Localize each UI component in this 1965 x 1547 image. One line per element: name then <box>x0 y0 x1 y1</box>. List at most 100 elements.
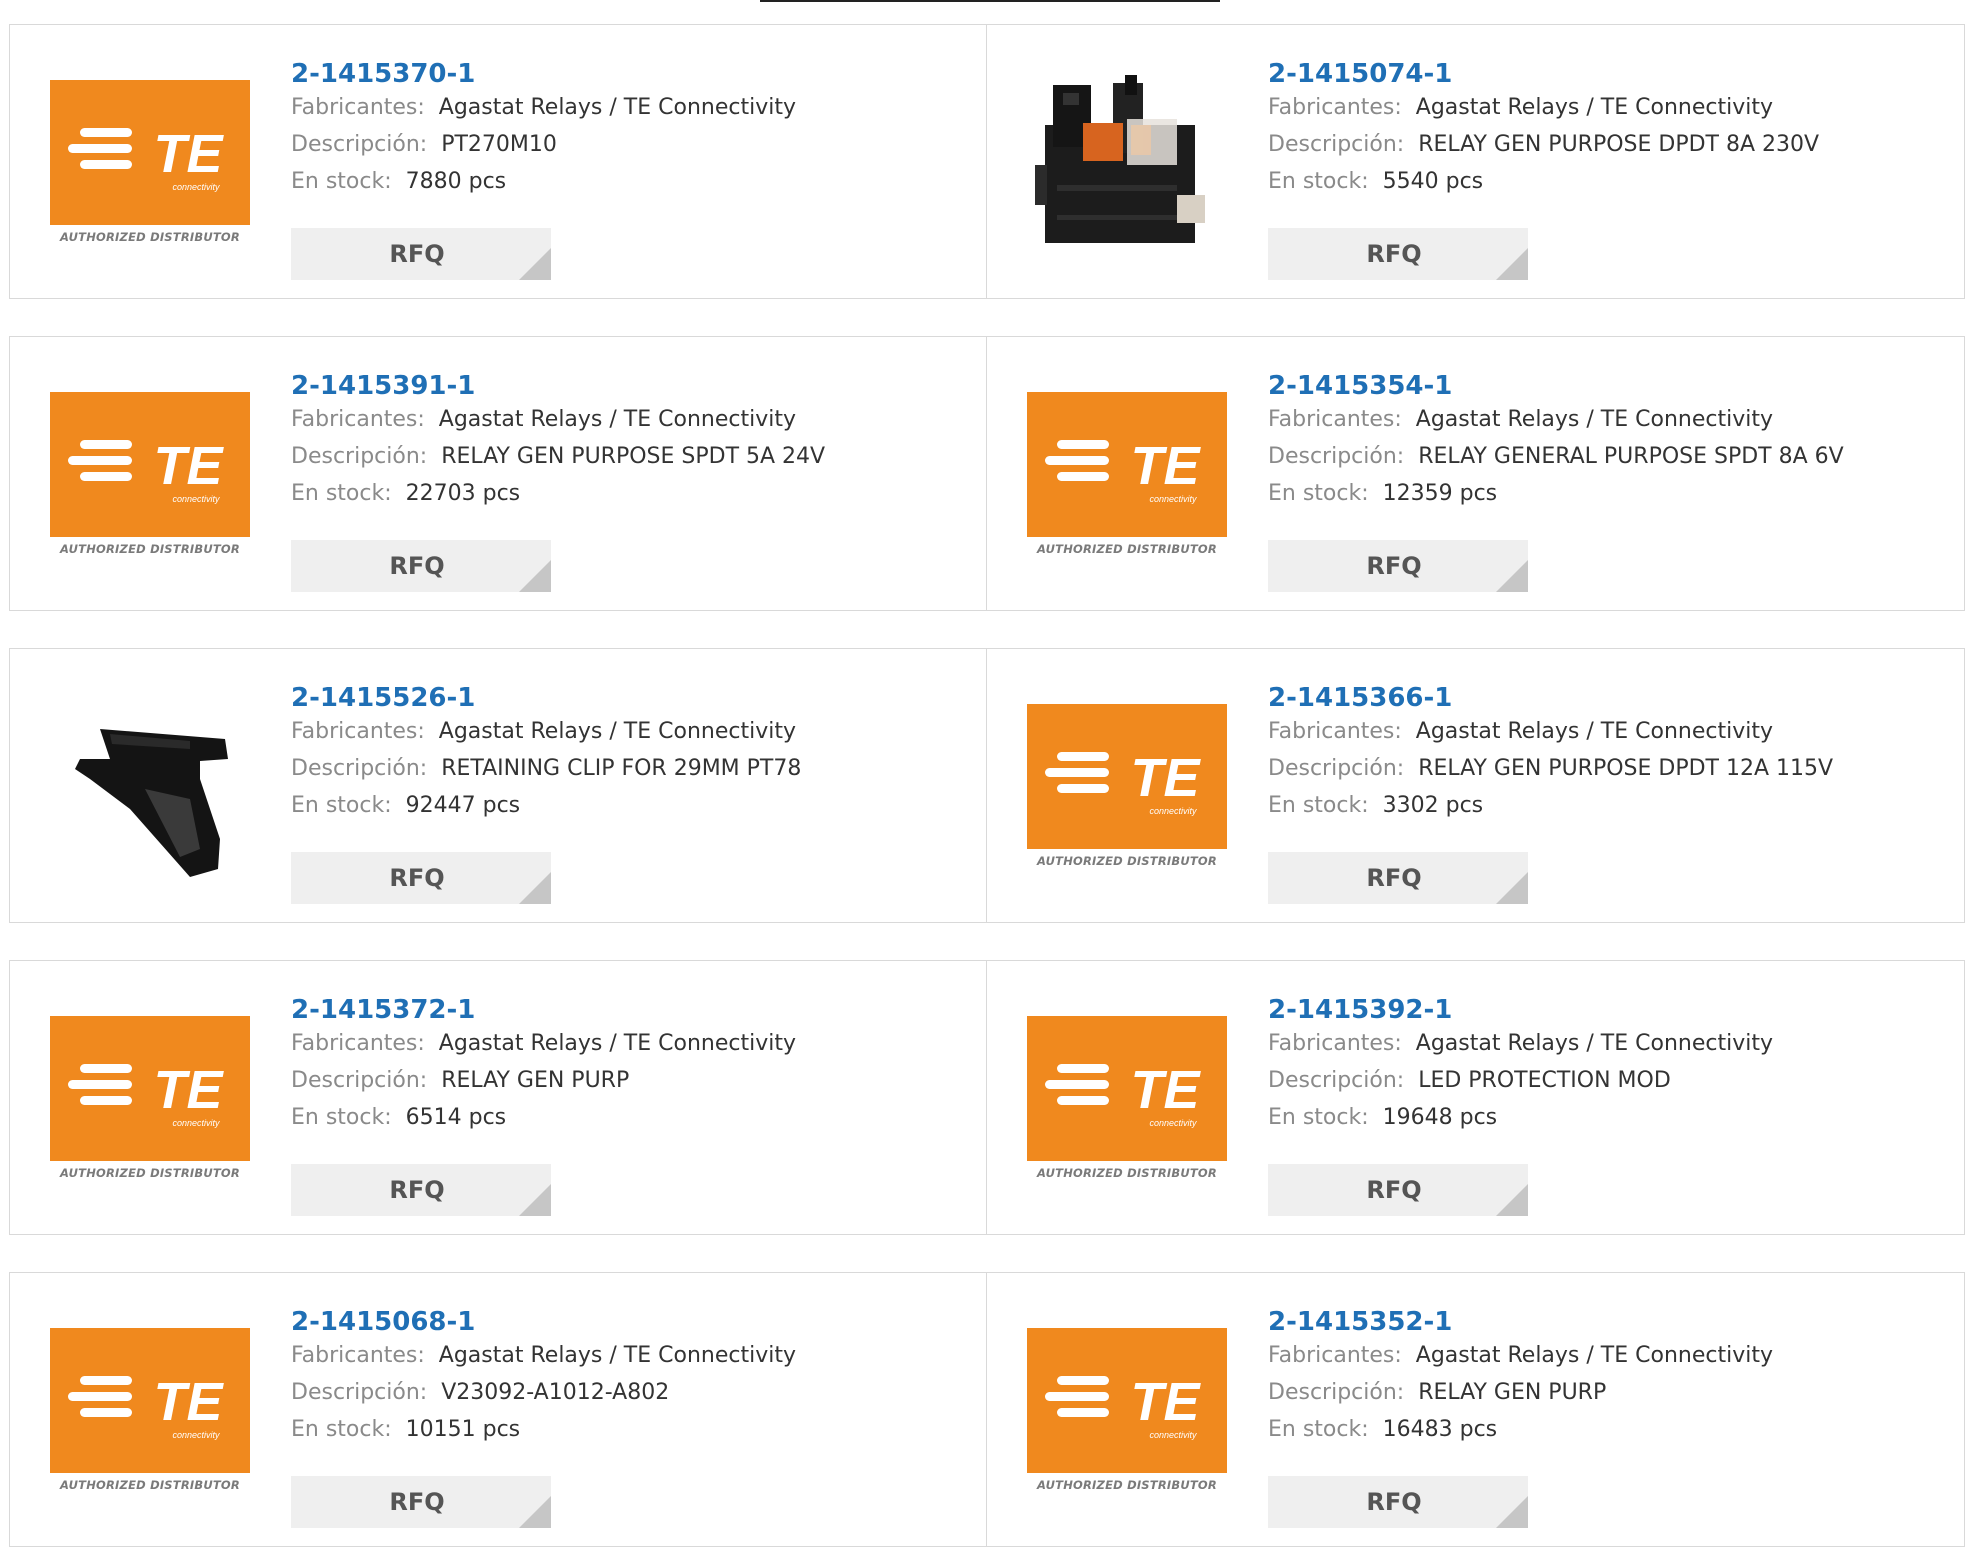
rfq-button[interactable]: RFQ <box>1268 228 1528 280</box>
part-number-link[interactable]: 2-1415526-1 <box>291 683 801 713</box>
manufacturer-row: Fabricantes: Agastat Relays / TE Connecti… <box>1268 1337 1773 1374</box>
product-image[interactable]: TE connectivity AUTHORIZED DISTRIBUTOR <box>50 65 250 265</box>
part-number-link[interactable]: 2-1415074-1 <box>1268 59 1819 89</box>
rfq-label: RFQ <box>389 552 445 580</box>
description-label: Descripción: <box>291 444 428 469</box>
description-value: LED PROTECTION MOD <box>1418 1068 1671 1093</box>
part-number-link[interactable]: 2-1415366-1 <box>1268 683 1833 713</box>
product-image[interactable]: TE connectivity AUTHORIZED DISTRIBUTOR <box>50 1001 250 1201</box>
corner-triangle-icon <box>519 560 551 592</box>
product-image[interactable]: TE connectivity AUTHORIZED DISTRIBUTOR <box>1027 1313 1227 1513</box>
product-card: TE connectivity AUTHORIZED DISTRIBUTOR 2… <box>987 1272 1965 1547</box>
svg-text:connectivity: connectivity <box>1149 1430 1197 1440</box>
manufacturer-label: Fabricantes: <box>291 1343 425 1368</box>
part-number-link[interactable]: 2-1415392-1 <box>1268 995 1773 1025</box>
part-number-link[interactable]: 2-1415372-1 <box>291 995 796 1025</box>
rfq-button[interactable]: RFQ <box>291 540 551 592</box>
stock-label: En stock: <box>291 1105 392 1130</box>
stock-row: En stock: 3302 pcs <box>1268 787 1833 824</box>
rfq-label: RFQ <box>389 240 445 268</box>
manufacturer-label: Fabricantes: <box>291 407 425 432</box>
logo-caption: AUTHORIZED DISTRIBUTOR <box>60 1166 240 1180</box>
rfq-button[interactable]: RFQ <box>1268 1164 1528 1216</box>
part-number-link[interactable]: 2-1415352-1 <box>1268 1307 1773 1337</box>
description-value: PT270M10 <box>441 132 557 157</box>
product-image[interactable] <box>50 689 250 889</box>
corner-triangle-icon <box>1496 1184 1528 1216</box>
manufacturer-row: Fabricantes: Agastat Relays / TE Connecti… <box>1268 1025 1773 1062</box>
manufacturer-row: Fabricantes: Agastat Relays / TE Connecti… <box>291 401 825 438</box>
stock-row: En stock: 7880 pcs <box>291 163 796 200</box>
description-label: Descripción: <box>1268 1380 1405 1405</box>
relay-socket-icon <box>1035 75 1205 243</box>
stock-value: 6514 pcs <box>405 1105 507 1130</box>
corner-triangle-icon <box>519 248 551 280</box>
svg-text:TE: TE <box>153 436 224 496</box>
stock-row: En stock: 19648 pcs <box>1268 1099 1773 1136</box>
svg-text:TE: TE <box>1130 748 1201 808</box>
logo-caption: AUTHORIZED DISTRIBUTOR <box>1037 1166 1217 1180</box>
manufacturer-value: Agastat Relays / TE Connectivity <box>438 1031 796 1056</box>
description-label: Descripción: <box>291 1380 428 1405</box>
rfq-button[interactable]: RFQ <box>291 1164 551 1216</box>
corner-triangle-icon <box>1496 1496 1528 1528</box>
manufacturer-value: Agastat Relays / TE Connectivity <box>1415 407 1773 432</box>
rfq-button[interactable]: RFQ <box>291 852 551 904</box>
stock-row: En stock: 10151 pcs <box>291 1411 796 1448</box>
description-value: RELAY GEN PURP <box>1418 1380 1607 1405</box>
product-card: 2-1415074-1 Fabricantes: Agastat Relays /… <box>987 24 1965 299</box>
product-image[interactable]: TE connectivity AUTHORIZED DISTRIBUTOR <box>1027 689 1227 889</box>
stock-row: En stock: 22703 pcs <box>291 475 825 512</box>
manufacturer-row: Fabricantes: Agastat Relays / TE Connecti… <box>291 1025 796 1062</box>
rfq-label: RFQ <box>1366 552 1422 580</box>
product-image[interactable]: TE connectivity AUTHORIZED DISTRIBUTOR <box>1027 377 1227 577</box>
manufacturer-value: Agastat Relays / TE Connectivity <box>438 95 796 120</box>
svg-text:TE: TE <box>153 1372 224 1432</box>
description-row: Descripción: RETAINING CLIP FOR 29MM PT78 <box>291 750 801 787</box>
stock-value: 16483 pcs <box>1382 1417 1498 1442</box>
stock-value: 19648 pcs <box>1382 1105 1498 1130</box>
description-row: Descripción: RELAY GEN PURPOSE SPDT 5A 24… <box>291 438 825 475</box>
rfq-button[interactable]: RFQ <box>291 228 551 280</box>
part-number-link[interactable]: 2-1415354-1 <box>1268 371 1844 401</box>
manufacturer-row: Fabricantes: Agastat Relays / TE Connecti… <box>291 1337 796 1374</box>
rfq-label: RFQ <box>389 864 445 892</box>
rfq-button[interactable]: RFQ <box>1268 540 1528 592</box>
manufacturer-label: Fabricantes: <box>1268 1343 1402 1368</box>
product-card: TE connectivity AUTHORIZED DISTRIBUTOR 2… <box>9 1272 987 1547</box>
corner-triangle-icon <box>519 1184 551 1216</box>
manufacturer-label: Fabricantes: <box>1268 95 1402 120</box>
description-label: Descripción: <box>1268 132 1405 157</box>
part-number-link[interactable]: 2-1415370-1 <box>291 59 796 89</box>
description-label: Descripción: <box>291 756 428 781</box>
description-value: RETAINING CLIP FOR 29MM PT78 <box>441 756 802 781</box>
description-row: Descripción: RELAY GENERAL PURPOSE SPDT 8… <box>1268 438 1844 475</box>
rfq-button[interactable]: RFQ <box>291 1476 551 1528</box>
svg-text:connectivity: connectivity <box>172 494 220 504</box>
rfq-button[interactable]: RFQ <box>1268 1476 1528 1528</box>
svg-text:connectivity: connectivity <box>172 182 220 192</box>
stock-label: En stock: <box>291 169 392 194</box>
product-image[interactable]: TE connectivity AUTHORIZED DISTRIBUTOR <box>50 377 250 577</box>
product-image[interactable]: TE connectivity AUTHORIZED DISTRIBUTOR <box>50 1313 250 1513</box>
description-value: RELAY GENERAL PURPOSE SPDT 8A 6V <box>1418 444 1844 469</box>
manufacturer-label: Fabricantes: <box>291 1031 425 1056</box>
rfq-label: RFQ <box>1366 864 1422 892</box>
product-card: TE connectivity AUTHORIZED DISTRIBUTOR 2… <box>9 960 987 1235</box>
product-image[interactable]: TE connectivity AUTHORIZED DISTRIBUTOR <box>1027 1001 1227 1201</box>
description-label: Descripción: <box>1268 1068 1405 1093</box>
rfq-label: RFQ <box>1366 1176 1422 1204</box>
part-number-link[interactable]: 2-1415068-1 <box>291 1307 796 1337</box>
part-number-link[interactable]: 2-1415391-1 <box>291 371 825 401</box>
stock-row: En stock: 6514 pcs <box>291 1099 796 1136</box>
manufacturer-row: Fabricantes: Agastat Relays / TE Connecti… <box>291 89 796 126</box>
description-value: RELAY GEN PURPOSE SPDT 5A 24V <box>441 444 826 469</box>
stock-row: En stock: 12359 pcs <box>1268 475 1844 512</box>
manufacturer-row: Fabricantes: Agastat Relays / TE Connecti… <box>1268 89 1819 126</box>
manufacturer-value: Agastat Relays / TE Connectivity <box>438 719 796 744</box>
corner-triangle-icon <box>519 1496 551 1528</box>
product-image[interactable] <box>1027 65 1227 265</box>
rfq-button[interactable]: RFQ <box>1268 852 1528 904</box>
description-row: Descripción: V23092-A1012-A802 <box>291 1374 796 1411</box>
top-divider <box>760 0 1220 2</box>
